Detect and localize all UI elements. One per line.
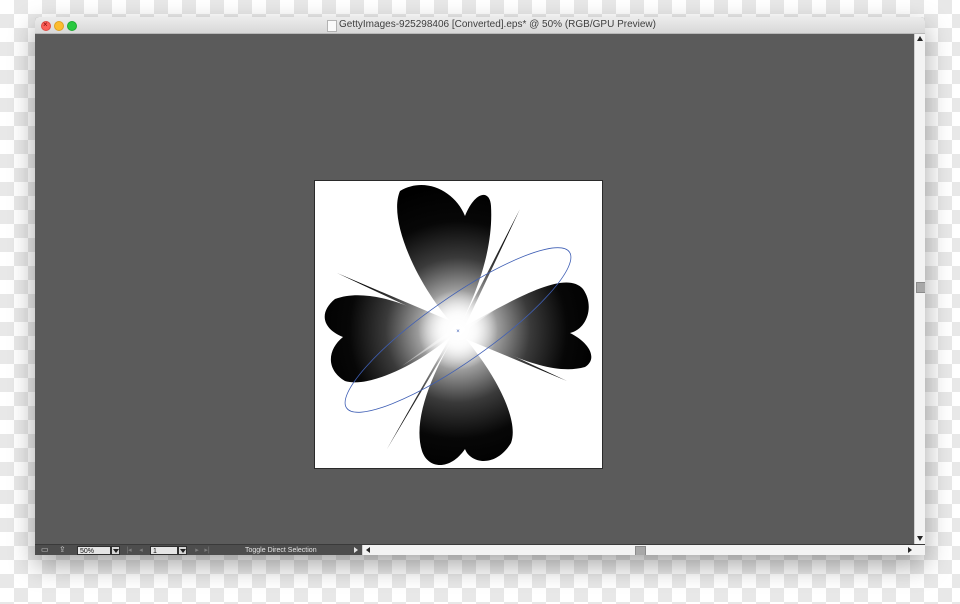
chevron-down-icon: [180, 549, 186, 553]
document-icon: [327, 20, 337, 32]
scroll-right-icon[interactable]: [908, 547, 912, 553]
minimize-button[interactable]: [54, 21, 64, 31]
vertical-scrollbar[interactable]: [914, 34, 925, 544]
zoom-field[interactable]: 50%: [77, 546, 111, 555]
canvas-area[interactable]: ×: [35, 34, 914, 544]
share-icon[interactable]: ⇪: [59, 546, 66, 554]
last-page-icon[interactable]: ▸|: [203, 546, 211, 555]
document-window: × GettyImages-925298406 [Converted].eps*…: [35, 17, 925, 555]
first-page-icon[interactable]: |◂: [125, 546, 133, 555]
prev-page-icon[interactable]: ◂: [137, 546, 145, 555]
scroll-down-icon[interactable]: [917, 536, 923, 541]
title-bar[interactable]: × GettyImages-925298406 [Converted].eps*…: [35, 17, 925, 34]
scroll-left-icon[interactable]: [366, 547, 370, 553]
close-button[interactable]: ×: [41, 20, 51, 31]
status-text[interactable]: Toggle Direct Selection: [245, 545, 317, 555]
window-title: GettyImages-925298406 [Converted].eps* @…: [339, 19, 656, 30]
horizontal-scroll-thumb[interactable]: [635, 546, 646, 555]
scroll-up-icon[interactable]: [917, 36, 923, 41]
horizontal-scrollbar[interactable]: [362, 545, 915, 555]
zoom-dropdown[interactable]: [111, 546, 120, 555]
status-bar: ▭ ⇪ 50% |◂ ◂ 1 ▸ ▸| Toggle Direct Select…: [35, 544, 925, 555]
next-page-icon[interactable]: ▸: [193, 546, 201, 555]
page-dropdown[interactable]: [178, 546, 187, 555]
center-point-icon[interactable]: ×: [456, 329, 460, 335]
flower-artwork[interactable]: ×: [315, 181, 602, 468]
scroll-corner: [914, 545, 925, 555]
vertical-scroll-thumb[interactable]: [916, 282, 925, 293]
chevron-down-icon: [113, 549, 119, 553]
artboard[interactable]: ×: [314, 180, 603, 469]
page-field[interactable]: 1: [150, 546, 178, 555]
artboard-icon[interactable]: ▭: [41, 546, 49, 554]
maximize-button[interactable]: [67, 21, 77, 31]
status-menu-arrow-icon[interactable]: [354, 547, 358, 553]
close-icon: ×: [43, 20, 48, 29]
